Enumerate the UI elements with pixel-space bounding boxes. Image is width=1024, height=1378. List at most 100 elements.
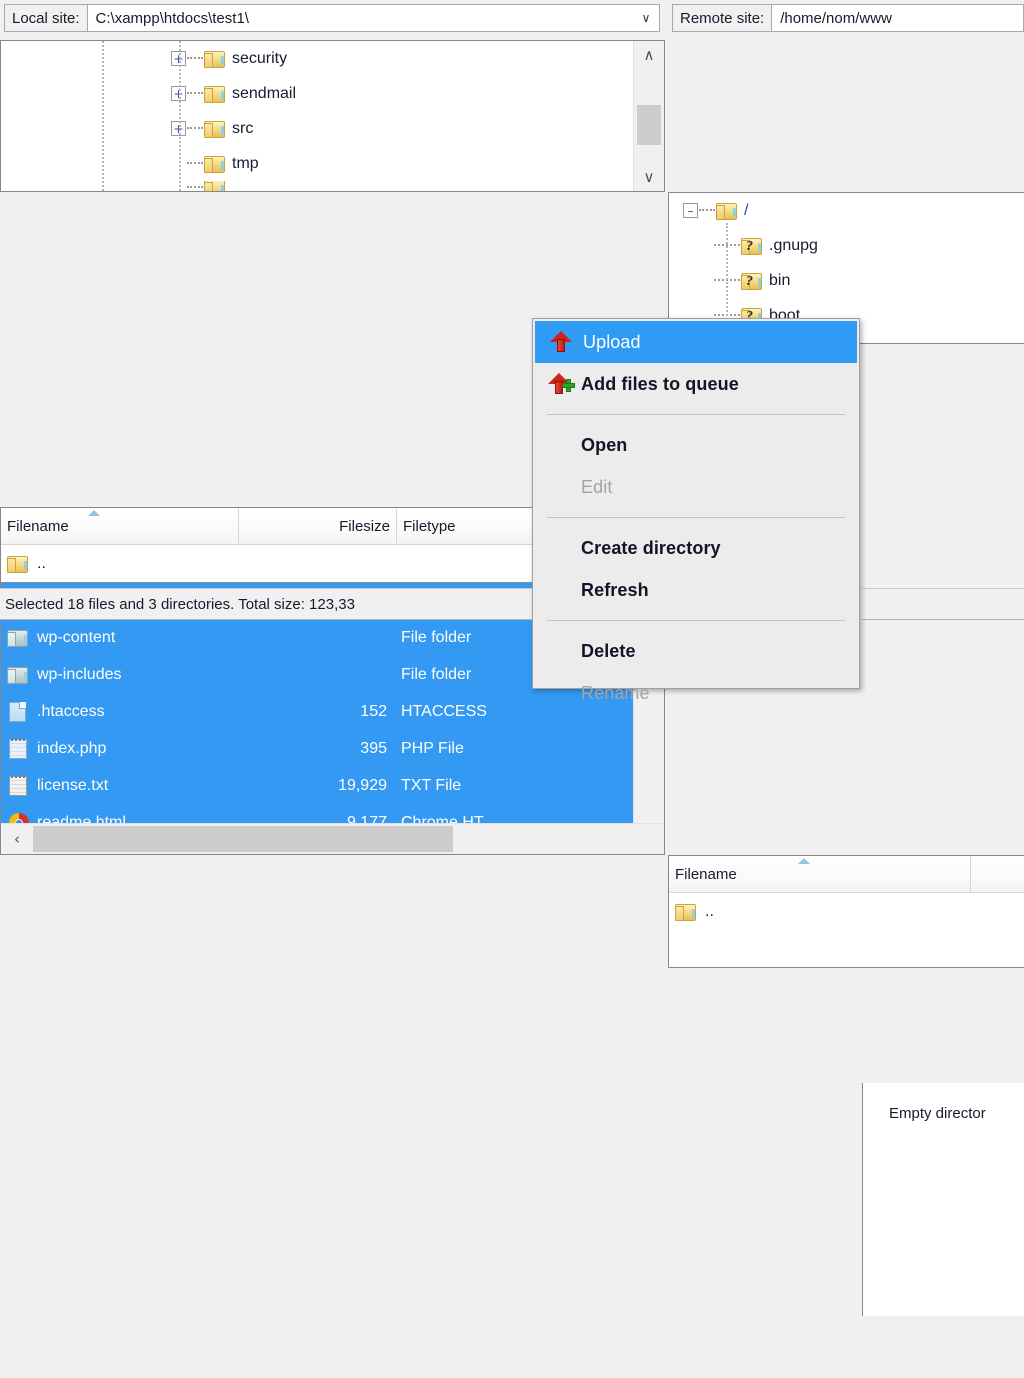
context-menu-item-create-directory[interactable]: Create directory: [533, 527, 859, 569]
context-menu-item-edit: Edit: [533, 466, 859, 508]
tree-item-root[interactable]: – /: [669, 193, 1024, 228]
local-tree-scrollbar[interactable]: ∧ ∨: [633, 41, 664, 191]
add-to-queue-icon: [537, 372, 581, 396]
folder-icon: [716, 201, 738, 220]
context-menu-item-upload[interactable]: Upload: [535, 321, 857, 363]
context-menu-separator: [547, 414, 845, 415]
local-file-list-hscrollbar[interactable]: ‹: [1, 823, 664, 854]
context-menu-item-label: Refresh: [581, 579, 649, 600]
tree-item-sendmail[interactable]: + sendmail: [1, 76, 634, 111]
notepad-icon: [7, 737, 31, 760]
tree-guide-line: [102, 41, 104, 191]
remote-file-rows[interactable]: ..: [669, 893, 1024, 967]
file-name-label: wp-content: [37, 628, 116, 646]
cell-filename: index.php: [1, 737, 239, 760]
folder-icon: [204, 84, 226, 103]
remote-site-bar: Remote site: /home/nom/www: [668, 0, 1024, 36]
tree-connector: [187, 127, 203, 130]
expander-minus-icon[interactable]: –: [683, 203, 698, 218]
column-header-label: Filesize: [339, 517, 390, 535]
cell-filename: ..: [669, 902, 969, 921]
file-name-label: .htaccess: [37, 702, 105, 720]
cell-filesize: 395: [360, 739, 387, 757]
column-header-extra[interactable]: [971, 856, 1024, 892]
folder-question-icon: ?: [741, 271, 763, 290]
cell-filesize: 152: [360, 702, 387, 720]
file-name-label: wp-includes: [37, 665, 122, 683]
context-menu-item-label: Rename: [581, 682, 650, 703]
context-menu-item-open[interactable]: Open: [533, 424, 859, 466]
folder-icon: [204, 154, 226, 173]
folder-icon-gray: [7, 628, 29, 647]
table-row[interactable]: license.txt 19,929 TXT File: [1, 767, 633, 804]
cell-filetype: TXT File: [401, 776, 462, 794]
context-menu-item-label: Delete: [581, 640, 636, 661]
local-path-combobox[interactable]: C:\xampp\htdocs\test1\ ∨: [86, 4, 660, 32]
context-menu-item-add-files-to-queue[interactable]: Add files to queue: [533, 363, 859, 405]
column-header-filename[interactable]: Filename: [1, 508, 239, 544]
cell-filename: license.txt: [1, 774, 239, 797]
remote-file-list[interactable]: Filename ..: [668, 855, 1024, 968]
tree-item-tmp[interactable]: tmp: [1, 146, 634, 181]
sort-ascending-icon: [87, 510, 100, 516]
cell-filesize: 19,929: [338, 776, 387, 794]
scroll-down-button[interactable]: ∨: [634, 163, 664, 191]
context-menu-item-label: Add files to queue: [581, 373, 739, 394]
tree-item-gnupg[interactable]: ? .gnupg: [669, 228, 1024, 263]
context-menu-item-rename: Rename: [533, 672, 859, 714]
upload-arrow-icon: [539, 330, 583, 354]
folder-question-icon: ?: [741, 236, 763, 255]
tree-connector: [187, 57, 203, 60]
textfile-icon: [7, 774, 31, 797]
scroll-left-button[interactable]: ‹: [1, 830, 33, 848]
table-row[interactable]: index.php 395 PHP File: [1, 730, 633, 767]
context-menu-item-label: Edit: [581, 476, 613, 497]
folder-icon: [675, 902, 697, 921]
folder-icon: [7, 554, 29, 573]
tree-item-security[interactable]: + security: [1, 41, 634, 76]
remote-path-value: /home/nom/www: [780, 9, 892, 27]
context-menu-item-refresh[interactable]: Refresh: [533, 569, 859, 611]
folder-icon: [204, 119, 226, 138]
column-header-filesize[interactable]: Filesize: [239, 508, 397, 544]
tree-guide-line: [179, 41, 181, 191]
folder-icon: [204, 181, 226, 191]
local-directory-tree[interactable]: + security + sendmail + src tmp ∧ ∨: [0, 40, 665, 192]
scrollbar-thumb-horizontal[interactable]: [33, 826, 453, 852]
table-row[interactable]: ..: [669, 893, 1024, 930]
empty-directory-message: Empty director: [889, 1105, 986, 1122]
context-menu-item-label: Upload: [583, 331, 641, 352]
context-menu-item-delete[interactable]: Delete: [533, 630, 859, 672]
context-menu-item-label: Create directory: [581, 537, 721, 558]
tree-item-label: src: [232, 119, 254, 137]
local-site-bar: Local site: C:\xampp\htdocs\test1\ ∨: [0, 0, 665, 36]
tree-item-label: /: [744, 201, 749, 219]
local-path-value: C:\xampp\htdocs\test1\: [95, 9, 249, 27]
column-header-filename[interactable]: Filename: [669, 856, 971, 892]
tree-item-label: bin: [769, 271, 791, 289]
file-name-label: ..: [705, 902, 714, 920]
cell-filename: wp-includes: [1, 665, 239, 684]
cell-filename: wp-content: [1, 628, 239, 647]
tree-connector: [187, 162, 203, 165]
scrollbar-thumb[interactable]: [637, 105, 661, 145]
column-header-label: Filetype: [403, 517, 456, 535]
remote-status-bar: [862, 588, 1024, 620]
tree-item-label: .gnupg: [769, 236, 818, 254]
tree-item-src[interactable]: + src: [1, 111, 634, 146]
tree-item-partial[interactable]: [1, 181, 634, 191]
remote-path-field[interactable]: /home/nom/www: [771, 4, 1024, 32]
file-name-label: index.php: [37, 739, 107, 757]
sort-ascending-icon: [797, 858, 810, 864]
folder-icon: [204, 49, 226, 68]
remote-empty-directory-panel: Empty director: [862, 1083, 1024, 1316]
column-header-label: Filename: [675, 865, 737, 883]
scroll-up-button[interactable]: ∧: [634, 41, 664, 69]
tree-connector: [187, 185, 203, 189]
tree-connector: [699, 209, 715, 212]
tree-item-bin[interactable]: ? bin: [669, 263, 1024, 298]
chevron-down-icon[interactable]: ∨: [633, 5, 659, 31]
cell-filename: .htaccess: [1, 701, 239, 723]
file-name-label: license.txt: [37, 776, 109, 794]
file-context-menu[interactable]: Upload Add files to queue Open Edit Crea…: [532, 318, 860, 703]
